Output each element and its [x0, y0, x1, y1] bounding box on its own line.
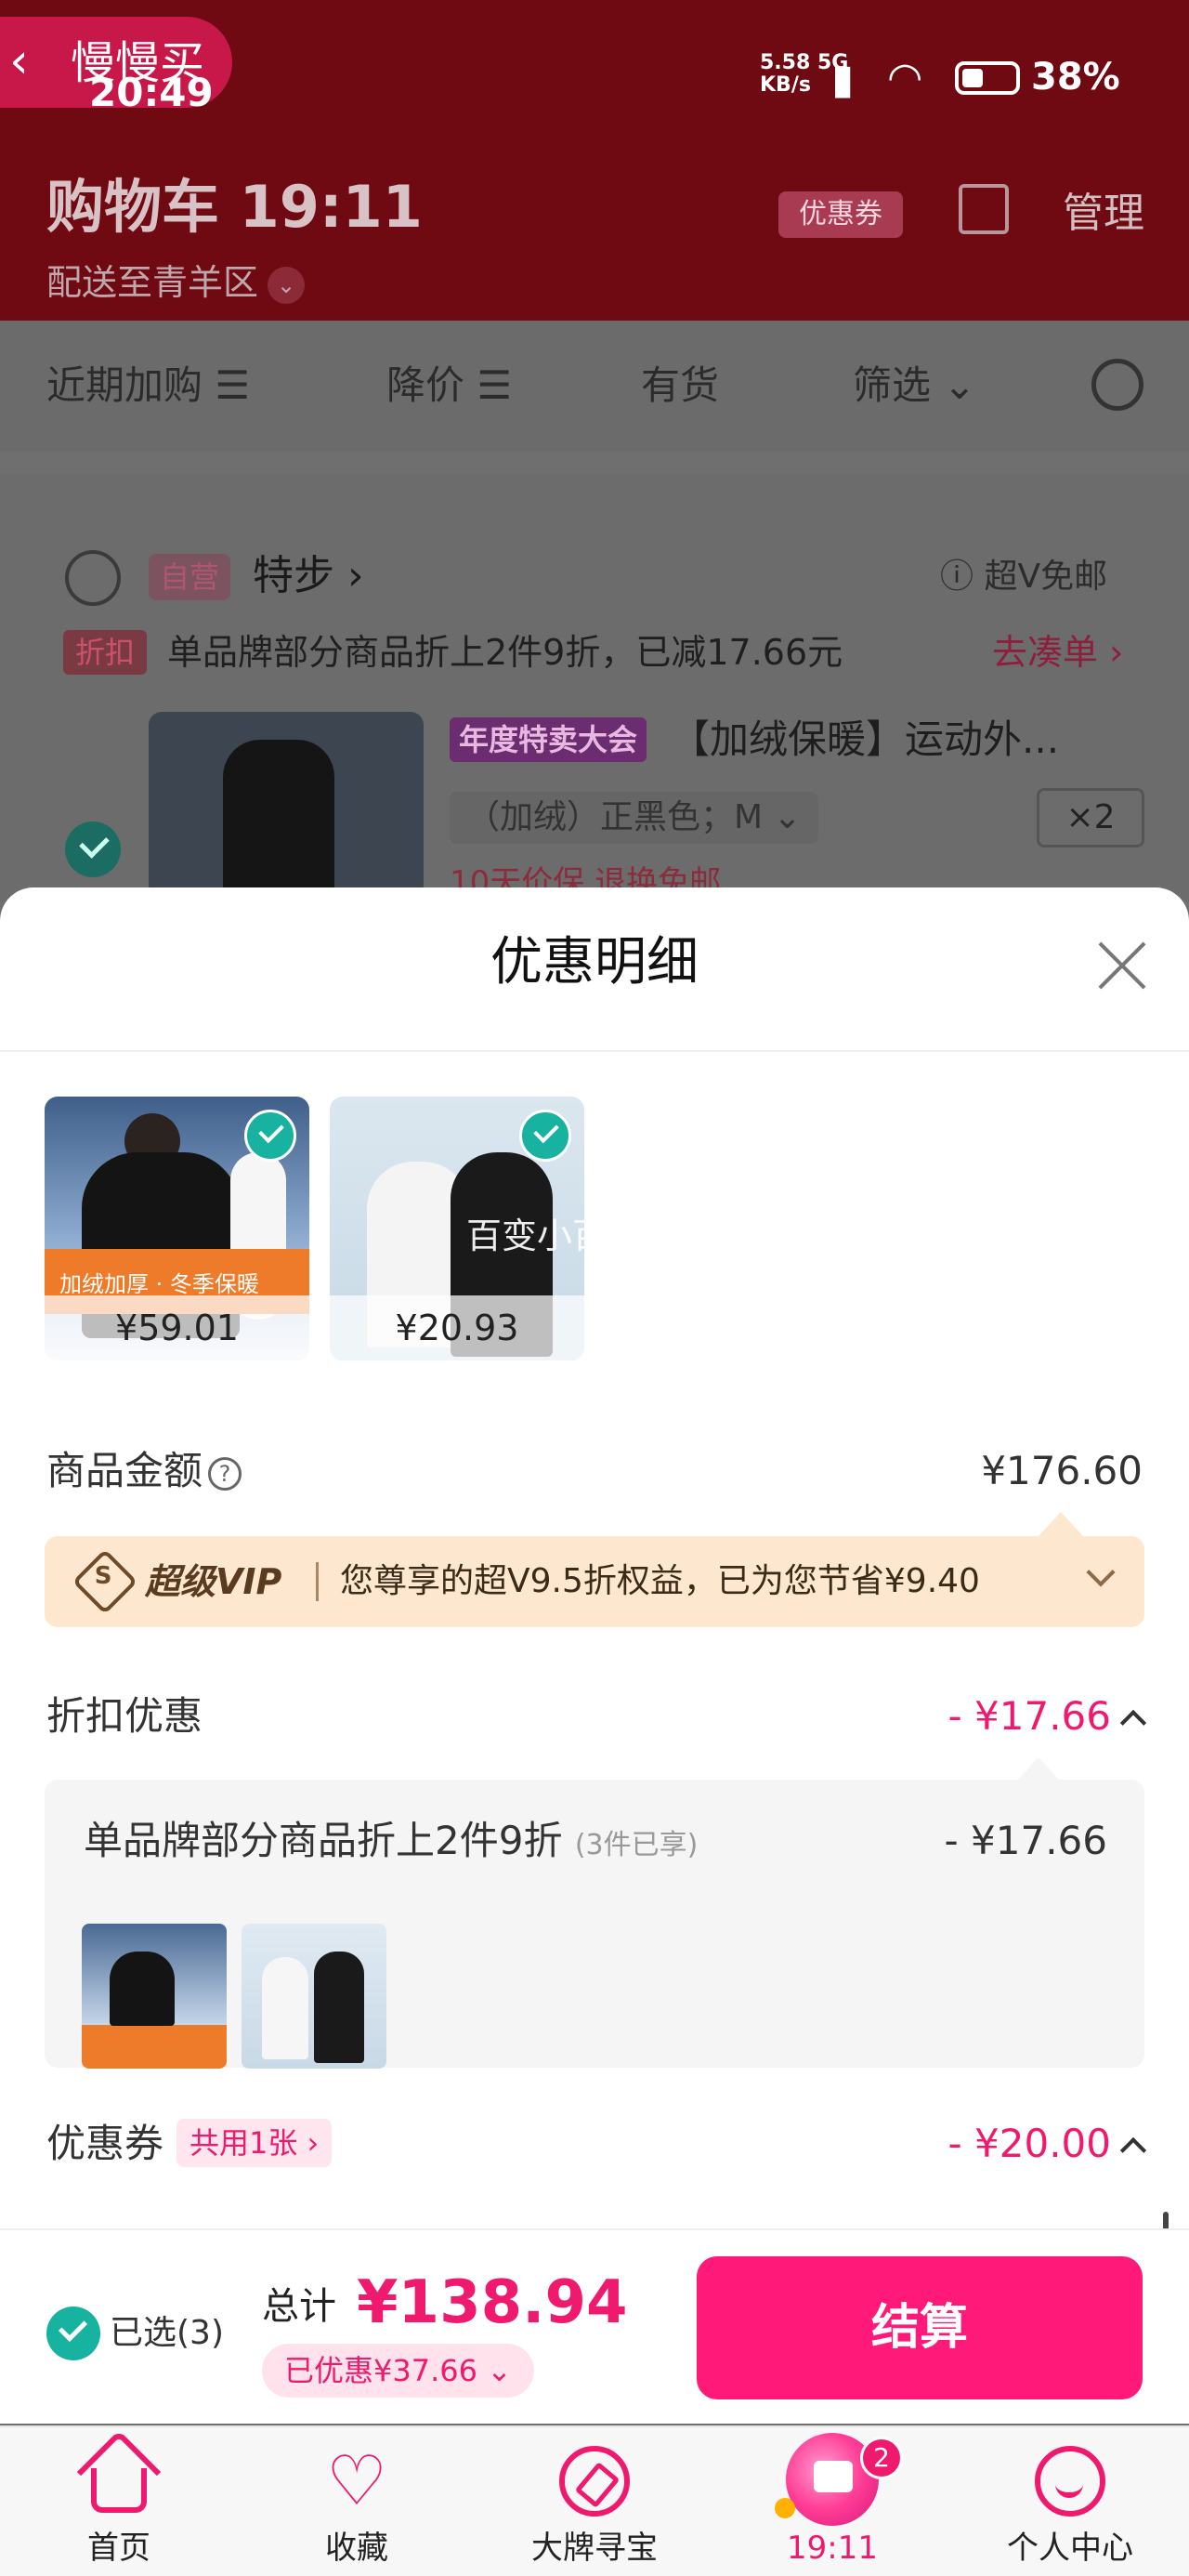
chevron-up-icon — [1119, 1709, 1147, 1736]
vip-badge-letter: S — [94, 1561, 112, 1590]
wifi-icon: ◠ — [887, 54, 923, 101]
status-bar: ‹ 慢慢买 20:49 5.58 5G KB/s ▮ ◠ 38% — [0, 0, 1189, 139]
vip-brand: 超级VIP — [145, 1561, 282, 1602]
vip-benefit-text: 您尊享的超V9.5折权益，已为您节省¥9.40 — [340, 1562, 980, 1600]
manage-button[interactable]: 管理 — [1063, 186, 1144, 242]
go-add-items-link[interactable]: 去凑单 › — [992, 628, 1123, 677]
product-price: ¥20.93 — [330, 1295, 584, 1360]
coupon-label-text: 优惠券 — [46, 2121, 164, 2166]
free-shipping-info[interactable]: ⓘ 超V免邮 — [940, 554, 1107, 600]
store-name[interactable]: 特步 › — [253, 548, 364, 604]
close-icon[interactable] — [1096, 940, 1148, 992]
nav-label: 首页 — [87, 2530, 150, 2567]
help-icon[interactable]: ? — [208, 1456, 242, 1491]
signal-icon: ▮ — [831, 56, 855, 103]
chevron-down-icon: ⌄ — [268, 266, 306, 304]
discount-desc: 单品牌部分商品折上2件9折 (3件已享) — [84, 1813, 698, 1873]
battery-percent: 38% — [1031, 56, 1120, 99]
vip-badge-icon: S — [72, 1548, 138, 1615]
goods-amount-label: 商品金额? — [46, 1443, 242, 1499]
watermark-text: 百变小百货 — [466, 1216, 644, 1256]
discount-desc-text: 单品牌部分商品折上2件9折 — [84, 1818, 563, 1863]
discount-product-thumbnail — [242, 1924, 386, 2069]
delivery-location[interactable]: 配送至青羊区 ⌄ — [46, 262, 306, 304]
decorative-dot — [775, 2498, 795, 2518]
pointer-arrow — [1039, 1512, 1083, 1536]
goods-amount: ¥176.60 — [981, 1448, 1143, 1493]
total-amount: ¥138.94 — [357, 2268, 628, 2337]
discount-tag: 折扣 — [63, 630, 147, 675]
discount-amount-toggle[interactable]: - ¥17.66 — [947, 1689, 1147, 1744]
selected-count[interactable]: 已选(3) — [110, 2307, 224, 2360]
discount-text: 单品牌部分商品折上2件9折，已减17.66元 — [167, 632, 843, 673]
share-icon[interactable] — [959, 184, 1009, 234]
nav-label: 19:11 — [787, 2530, 878, 2567]
item-thumbnail[interactable] — [149, 712, 424, 898]
discount-detail-box: 单品牌部分商品折上2件9折 (3件已享) - ¥17.66 — [45, 1780, 1144, 2069]
sheet-title: 优惠明细 — [490, 932, 699, 992]
battery-icon — [955, 61, 1020, 95]
chevron-down-icon[interactable] — [1086, 1557, 1116, 1587]
coupon-amount: - ¥20.00 — [947, 2121, 1111, 2166]
nav-brand-treasure[interactable]: 大牌寻宝 — [502, 2427, 687, 2576]
checkout-button[interactable]: 结算 — [697, 2256, 1143, 2399]
cart-count-badge: 2 — [860, 2437, 903, 2479]
profile-smile-icon — [1035, 2446, 1105, 2517]
select-all-check[interactable] — [46, 2307, 100, 2360]
coupon-amount-toggle[interactable]: - ¥20.00 — [947, 2116, 1147, 2172]
divider — [316, 1562, 319, 1601]
discount-detail-sheet: 优惠明细 加绒加厚 · 冬季保暖 ¥59.01 ¥20.93 百变小百货 商品金… — [0, 887, 1189, 2244]
heart-icon: ♡ — [325, 2441, 388, 2521]
search-icon[interactable] — [1091, 359, 1143, 411]
nav-home[interactable]: 首页 — [26, 2427, 212, 2576]
nav-label: 收藏 — [325, 2530, 388, 2567]
status-time: 20:49 — [89, 70, 214, 115]
pointer-arrow — [1016, 1757, 1061, 1781]
total-label: 总计 — [262, 2285, 336, 2328]
home-icon — [91, 2468, 147, 2513]
saved-amount-pill[interactable]: 已优惠¥37.66 ⌄ — [262, 2344, 534, 2398]
nav-favorites[interactable]: ♡ 收藏 — [264, 2427, 450, 2576]
item-spec-select[interactable]: （加绒）正黑色；M ⌄ — [450, 792, 818, 844]
goods-amount-label-text: 商品金额 — [46, 1448, 203, 1493]
self-operated-tag: 自营 — [149, 554, 231, 600]
selected-check-icon — [519, 1110, 571, 1162]
cart-title: 购物车 19:11 — [46, 173, 423, 241]
discount-amount: - ¥17.66 — [947, 1693, 1111, 1739]
filter-in-stock[interactable]: 有货 — [641, 358, 719, 414]
product-thumbnail[interactable]: 加绒加厚 · 冬季保暖 ¥59.01 — [45, 1097, 309, 1360]
discount-note: (3件已享) — [574, 1829, 699, 1861]
back-chevron-icon[interactable]: ‹ — [9, 37, 29, 85]
coupon-label: 优惠券 共用1张 › — [46, 2116, 333, 2172]
nav-label: 个人中心 — [1007, 2530, 1133, 2567]
coupon-chip[interactable]: 优惠券 — [778, 191, 903, 238]
product-price: ¥59.01 — [45, 1295, 309, 1360]
chevron-up-icon — [1119, 2136, 1147, 2163]
vip-benefit-bar[interactable]: S 超级VIP 您尊享的超V9.5折权益，已为您节省¥9.40 — [45, 1536, 1144, 1627]
coupon-count-tag[interactable]: 共用1张 › — [176, 2118, 333, 2167]
compass-icon — [559, 2446, 630, 2517]
discount-label: 折扣优惠 — [46, 1693, 203, 1739]
nav-profile[interactable]: 个人中心 — [977, 2427, 1163, 2576]
item-select-check[interactable] — [65, 821, 121, 877]
store-select-radio[interactable] — [65, 550, 121, 606]
nav-label: 大牌寻宝 — [531, 2530, 658, 2567]
checkout-bar: 已选(3) 总计 ¥138.94 已优惠¥37.66 ⌄ 结算 — [0, 2228, 1189, 2424]
back-to-app-pill[interactable]: ‹ 慢慢买 20:49 — [0, 17, 232, 113]
filter-price-drop[interactable]: 降价 ☰ — [386, 358, 512, 414]
delivery-location-label: 配送至青羊区 — [46, 262, 259, 303]
discount-detail-amount: - ¥17.66 — [944, 1818, 1107, 1863]
thumbnail-banner-text: 加绒加厚 · 冬季保暖 — [59, 1271, 259, 1297]
filter-more[interactable]: 筛选 ⌄ — [853, 358, 976, 414]
promo-tag: 年度特卖大会 — [450, 717, 647, 762]
filter-recent[interactable]: 近期加购 ☰ — [46, 358, 250, 414]
item-quantity[interactable]: ×2 — [1037, 788, 1144, 848]
divider — [0, 1050, 1189, 1052]
selected-check-icon — [244, 1110, 296, 1162]
discount-product-thumbnail — [82, 1924, 227, 2069]
bottom-nav: 首页 ♡ 收藏 大牌寻宝 19:11 2 个人中心 — [0, 2425, 1189, 2576]
item-title[interactable]: 【加绒保暖】运动外... — [671, 712, 1059, 768]
